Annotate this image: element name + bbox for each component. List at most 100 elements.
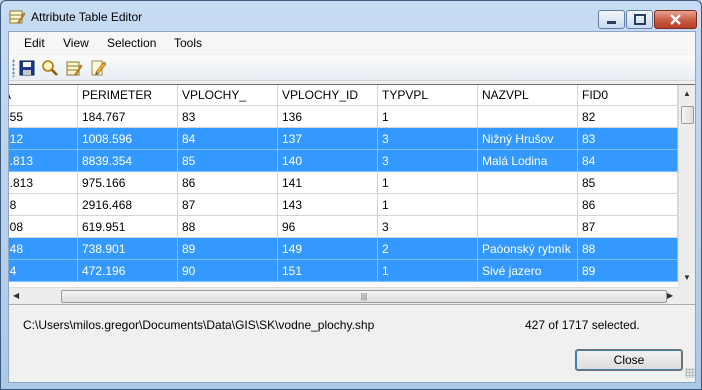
cell-fid0[interactable]: 82 — [578, 106, 678, 128]
cell-nazvpl[interactable]: Malá Lodina — [478, 150, 578, 172]
close-window-button[interactable] — [654, 10, 697, 29]
column-header-vplochy[interactable]: VPLOCHY_ — [178, 85, 278, 106]
cell-typvpl[interactable]: 1 — [378, 106, 478, 128]
cell-fid0[interactable]: 88 — [578, 238, 678, 260]
close-button[interactable]: Close — [575, 349, 683, 371]
cell-vplochy[interactable]: 90 — [178, 260, 278, 282]
save-icon[interactable] — [18, 59, 36, 77]
cell-vplochy[interactable]: 84 — [178, 128, 278, 150]
cell-fid0[interactable]: 89 — [578, 260, 678, 282]
cell-nazvpl[interactable]: Sivé jazero — [478, 260, 578, 282]
cell-nazvpl[interactable] — [478, 216, 578, 238]
cell-perimeter[interactable]: 975.166 — [78, 172, 178, 194]
table-row[interactable]: 74472.196901511Sivé jazero89 — [9, 260, 678, 282]
toolbar-grip[interactable] — [12, 59, 15, 77]
cell-perimeter[interactable]: 8839.354 — [78, 150, 178, 172]
cell-a[interactable]: 512 — [9, 128, 78, 150]
cell-vplochy[interactable]: 85 — [178, 150, 278, 172]
table-row[interactable]: 055184.767831361 82 — [9, 106, 678, 128]
table-row[interactable]: 348738.901891492Paòonský rybník88 — [9, 238, 678, 260]
cell-vplochy-id[interactable]: 149 — [278, 238, 378, 260]
cell-typvpl[interactable]: 3 — [378, 128, 478, 150]
cell-a[interactable]: 348 — [9, 238, 78, 260]
cell-vplochy[interactable]: 88 — [178, 216, 278, 238]
cell-a[interactable]: 74 — [9, 260, 78, 282]
window-title: Attribute Table Editor — [31, 10, 143, 24]
edit-records-icon[interactable] — [65, 59, 83, 77]
cell-fid0[interactable]: 83 — [578, 128, 678, 150]
table-row[interactable]: 2.8138839.354851403Malá Lodina84 — [9, 150, 678, 172]
cell-vplochy-id[interactable]: 141 — [278, 172, 378, 194]
cell-vplochy-id[interactable]: 137 — [278, 128, 378, 150]
cell-vplochy-id[interactable]: 96 — [278, 216, 378, 238]
column-header-vplochy-id[interactable]: VPLOCHY_ID — [278, 85, 378, 106]
cell-perimeter[interactable]: 619.951 — [78, 216, 178, 238]
minimize-icon — [607, 21, 616, 24]
edit-table-icon — [9, 9, 26, 25]
cell-perimeter[interactable]: 738.901 — [78, 238, 178, 260]
cell-perimeter[interactable]: 2916.468 — [78, 194, 178, 216]
column-header-fid0[interactable]: FID0 — [578, 85, 678, 106]
column-header-perimeter[interactable]: PERIMETER — [78, 85, 178, 106]
cell-typvpl[interactable]: 1 — [378, 172, 478, 194]
cell-typvpl[interactable]: 1 — [378, 260, 478, 282]
cell-nazvpl[interactable]: Paòonský rybník — [478, 238, 578, 260]
edit-field-icon[interactable] — [89, 59, 107, 77]
table-row[interactable]: 2.813975.166861411 85 — [9, 172, 678, 194]
resize-grip[interactable] — [685, 368, 695, 378]
minimize-button[interactable] — [598, 10, 625, 29]
cell-typvpl[interactable]: 1 — [378, 194, 478, 216]
attribute-table-editor-window: Attribute Table Editor Edit View Selecti… — [0, 0, 702, 390]
cell-a[interactable]: 008 — [9, 216, 78, 238]
cell-a[interactable]: 055 — [9, 106, 78, 128]
column-header-a[interactable]: A — [9, 85, 78, 106]
cell-nazvpl[interactable] — [478, 106, 578, 128]
cell-vplochy[interactable]: 87 — [178, 194, 278, 216]
cell-typvpl[interactable]: 2 — [378, 238, 478, 260]
horizontal-scroll-thumb[interactable]: ||| — [61, 290, 667, 303]
column-header-nazvpl[interactable]: NAZVPL — [478, 85, 578, 106]
cell-a[interactable]: 2.813 — [9, 150, 78, 172]
maximize-button[interactable] — [626, 10, 653, 29]
menu-view[interactable]: View — [63, 36, 89, 50]
title-bar[interactable]: Attribute Table Editor — [1, 1, 701, 31]
column-header-typvpl[interactable]: TYPVPL — [378, 85, 478, 106]
cell-vplochy[interactable]: 89 — [178, 238, 278, 260]
scroll-right-icon[interactable]: ▶ — [667, 291, 673, 301]
menu-selection[interactable]: Selection — [107, 36, 156, 50]
cell-perimeter[interactable]: 472.196 — [78, 260, 178, 282]
cell-vplochy[interactable]: 83 — [178, 106, 278, 128]
cell-vplochy-id[interactable]: 143 — [278, 194, 378, 216]
cell-vplochy[interactable]: 86 — [178, 172, 278, 194]
vertical-scroll-thumb[interactable] — [681, 106, 694, 124]
cell-typvpl[interactable]: 3 — [378, 216, 478, 238]
cell-vplochy-id[interactable]: 151 — [278, 260, 378, 282]
menu-tools[interactable]: Tools — [174, 36, 202, 50]
cell-perimeter[interactable]: 1008.596 — [78, 128, 178, 150]
vertical-scrollbar[interactable]: ▲ ▼ — [678, 85, 695, 287]
menu-bar: Edit View Selection Tools — [9, 32, 695, 54]
table-row[interactable]: 682916.468871431 86 — [9, 194, 678, 216]
cell-nazvpl[interactable]: Nižný Hrušov — [478, 128, 578, 150]
table-row[interactable]: 008619.95188963 87 — [9, 216, 678, 238]
scroll-down-icon[interactable]: ▼ — [683, 273, 691, 283]
cell-vplochy-id[interactable]: 136 — [278, 106, 378, 128]
scroll-left-icon[interactable]: ◀ — [13, 291, 19, 301]
scroll-up-icon[interactable]: ▲ — [683, 89, 691, 99]
horizontal-scrollbar[interactable]: ◀ ||| ▶ — [9, 287, 678, 304]
cell-nazvpl[interactable] — [478, 194, 578, 216]
find-icon[interactable] — [41, 59, 59, 77]
cell-a[interactable]: 2.813 — [9, 172, 78, 194]
cell-nazvpl[interactable] — [478, 172, 578, 194]
menu-edit[interactable]: Edit — [24, 36, 45, 50]
cell-fid0[interactable]: 86 — [578, 194, 678, 216]
cell-fid0[interactable]: 85 — [578, 172, 678, 194]
cell-a[interactable]: 68 — [9, 194, 78, 216]
cell-vplochy-id[interactable]: 140 — [278, 150, 378, 172]
table-row[interactable]: 5121008.596841373Nižný Hrušov83 — [9, 128, 678, 150]
attribute-table[interactable]: A PERIMETER VPLOCHY_ VPLOCHY_ID TYPVPL N… — [9, 84, 695, 305]
cell-perimeter[interactable]: 184.767 — [78, 106, 178, 128]
cell-fid0[interactable]: 84 — [578, 150, 678, 172]
cell-fid0[interactable]: 87 — [578, 216, 678, 238]
cell-typvpl[interactable]: 3 — [378, 150, 478, 172]
